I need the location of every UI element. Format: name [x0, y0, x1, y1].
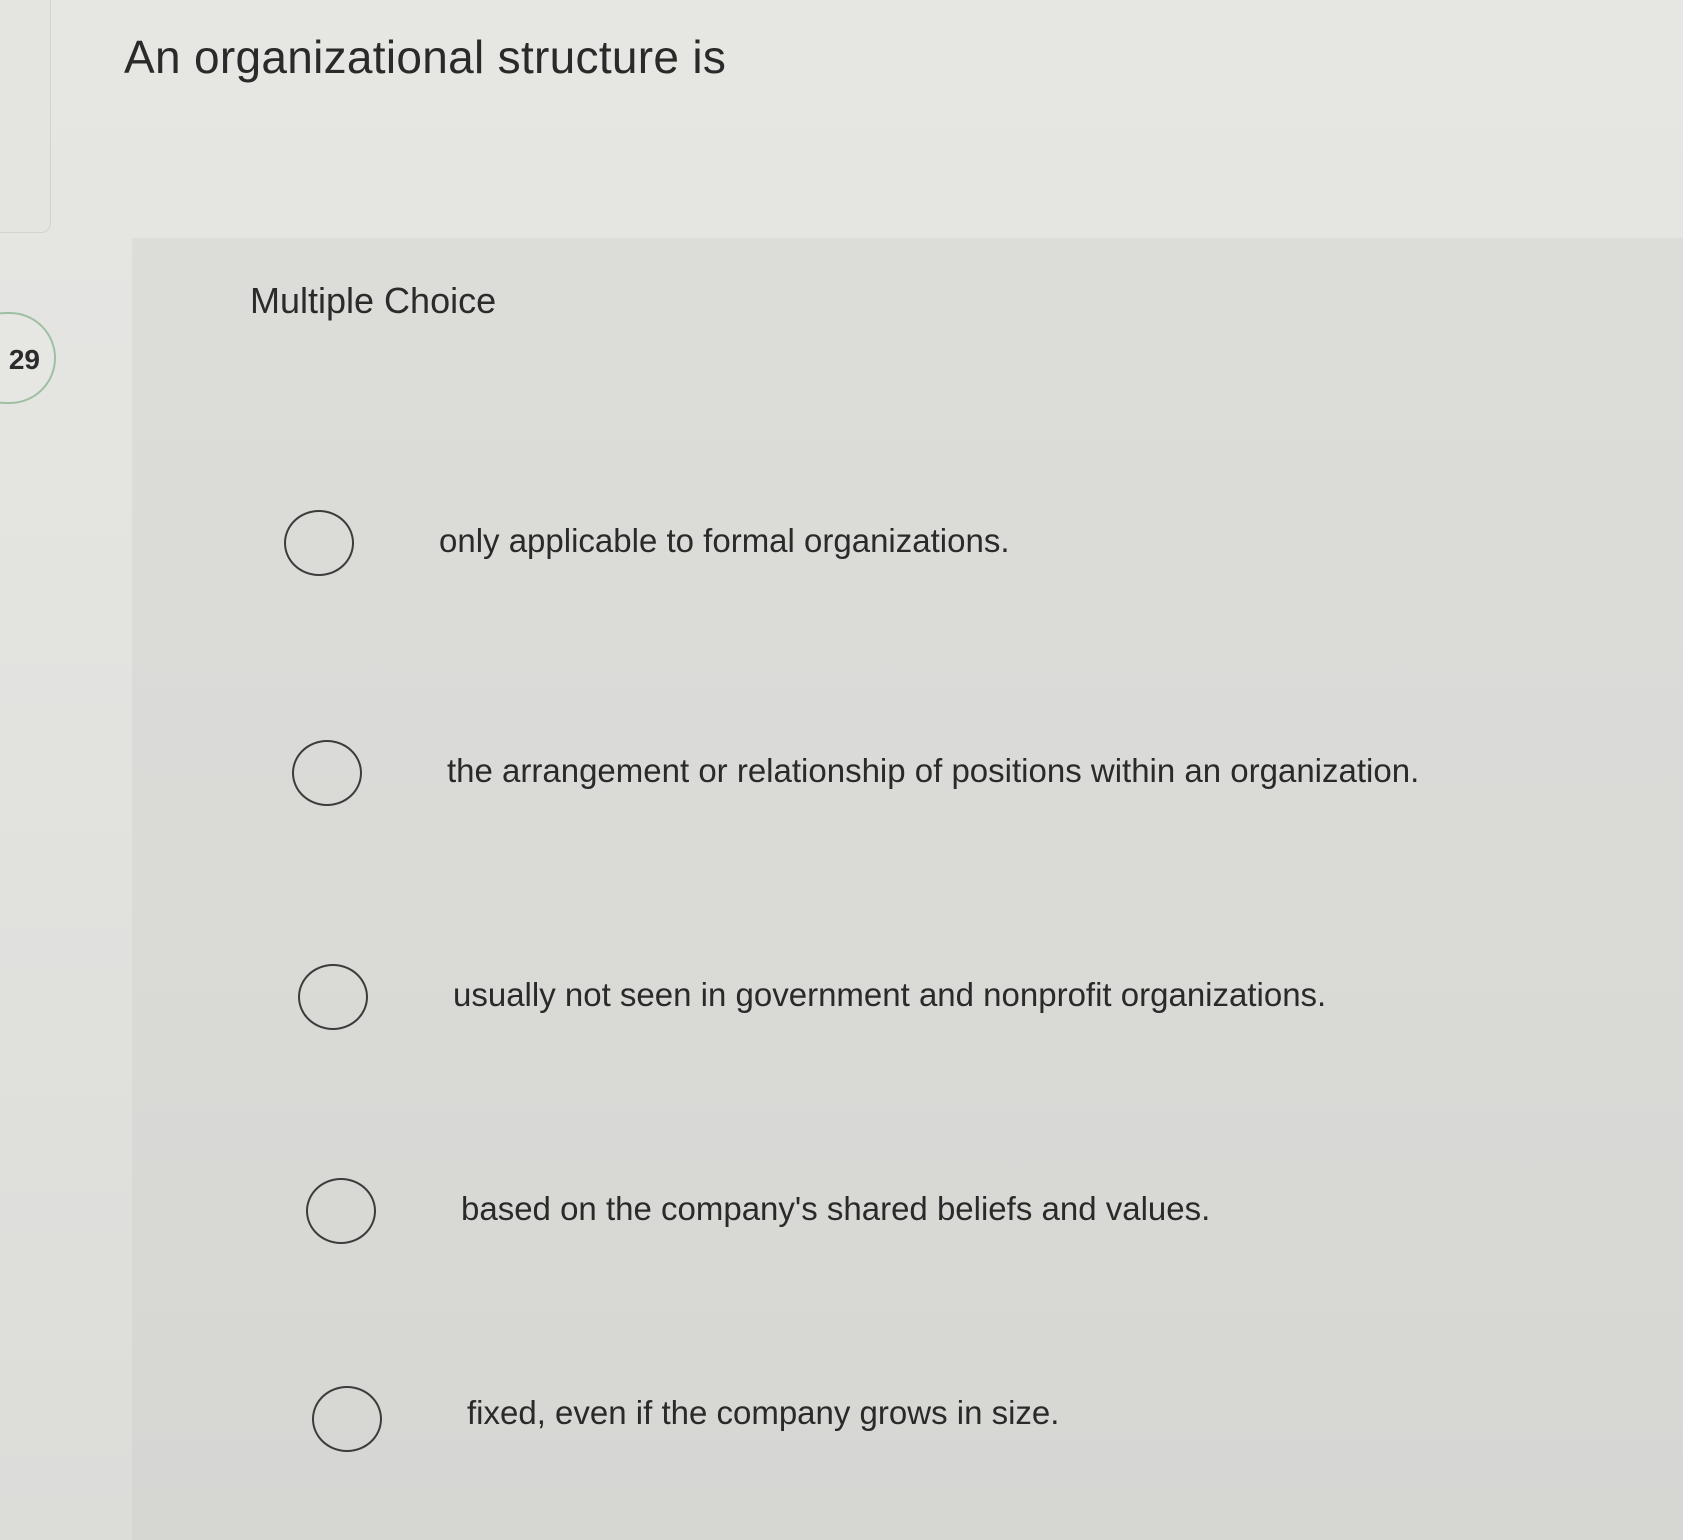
- question-number-badge[interactable]: 29: [0, 312, 56, 404]
- choice-option-5[interactable]: fixed, even if the company grows in size…: [312, 1386, 1612, 1466]
- choice-label-3[interactable]: usually not seen in government and nonpr…: [453, 976, 1326, 1014]
- radio-button-1[interactable]: [284, 510, 354, 576]
- choice-option-1[interactable]: only applicable to formal organizations.: [284, 510, 1584, 590]
- radio-button-4[interactable]: [306, 1178, 376, 1244]
- question-number: 29: [8, 344, 40, 375]
- choice-label-1[interactable]: only applicable to formal organizations.: [439, 522, 1010, 560]
- radio-button-5[interactable]: [312, 1386, 382, 1452]
- question-type-label: Multiple Choice: [250, 280, 497, 321]
- choice-option-3[interactable]: usually not seen in government and nonpr…: [298, 964, 1598, 1044]
- choice-label-2[interactable]: the arrangement or relationship of posit…: [447, 752, 1419, 790]
- radio-button-2[interactable]: [292, 740, 362, 806]
- choice-option-2[interactable]: the arrangement or relationship of posit…: [292, 740, 1592, 820]
- left-sidebar-edge: [0, 0, 51, 233]
- choice-label-4[interactable]: based on the company's shared beliefs an…: [461, 1190, 1210, 1228]
- radio-button-3[interactable]: [298, 964, 368, 1030]
- choice-label-5[interactable]: fixed, even if the company grows in size…: [467, 1394, 1059, 1432]
- choice-option-4[interactable]: based on the company's shared beliefs an…: [306, 1178, 1606, 1258]
- choice-panel: [132, 238, 1683, 1540]
- question-prompt: An organizational structure is: [124, 31, 727, 83]
